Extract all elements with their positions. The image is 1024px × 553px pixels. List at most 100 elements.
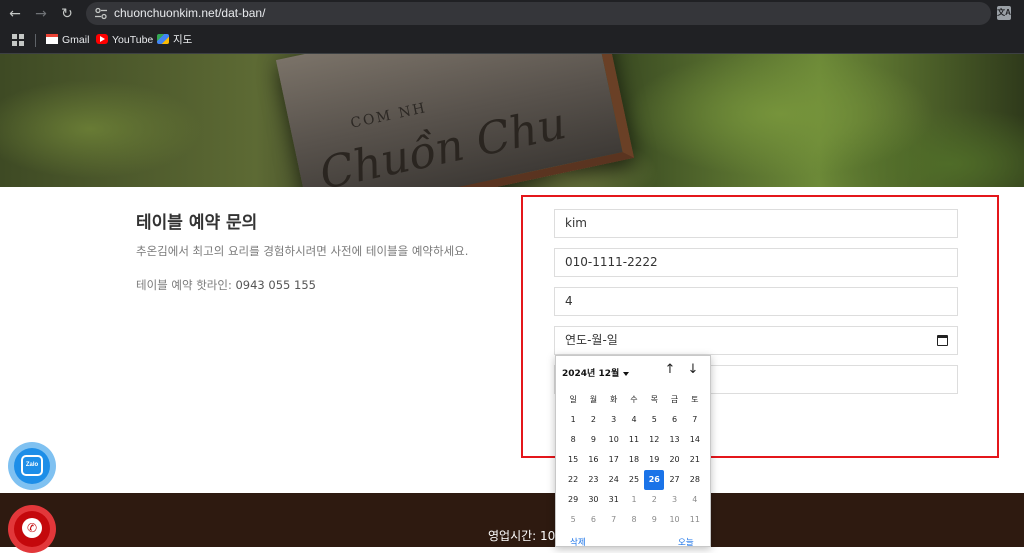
calendar-day-cell[interactable]: 7 bbox=[604, 510, 624, 530]
calendar-week-row: 5 6 7 8 9 10 11 bbox=[563, 510, 705, 530]
calendar-day-cell[interactable]: 4 bbox=[685, 490, 705, 510]
calendar-day-cell[interactable]: 1 bbox=[624, 490, 644, 510]
page-title: 테이블 예약 문의 bbox=[136, 213, 258, 233]
calendar-day-cell[interactable]: 9 bbox=[583, 430, 603, 450]
calendar-day-cell[interactable]: 19 bbox=[644, 450, 664, 470]
calendar-day-cell[interactable]: 22 bbox=[563, 470, 583, 490]
apps-grid-icon[interactable] bbox=[12, 34, 24, 46]
forward-arrow-icon[interactable]: → bbox=[31, 4, 51, 24]
phone-field[interactable]: 010-1111-2222 bbox=[554, 248, 958, 277]
phone-icon[interactable]: ✆ bbox=[22, 518, 42, 538]
hotline-number[interactable]: 0943 055 155 bbox=[235, 278, 315, 292]
bookmark-label: Gmail bbox=[62, 34, 90, 46]
calendar-day-cell[interactable]: 11 bbox=[685, 510, 705, 530]
url-text: chuonchuonkim.net/dat-ban/ bbox=[114, 6, 266, 20]
calendar-day-cell[interactable]: 21 bbox=[685, 450, 705, 470]
calendar-day-cell[interactable]: 3 bbox=[604, 410, 624, 430]
restaurant-sign-image: COM NH Chuồn Chu bbox=[275, 54, 635, 187]
calendar-day-cell[interactable]: 10 bbox=[664, 510, 684, 530]
calendar-day-cell[interactable]: 30 bbox=[583, 490, 603, 510]
weekday-label: 일 bbox=[569, 395, 577, 404]
date-placeholder: 연도-월-일 bbox=[565, 333, 618, 347]
bookmark-youtube[interactable]: YouTube bbox=[96, 33, 153, 48]
calendar-day-cell[interactable]: 9 bbox=[644, 510, 664, 530]
selected-day-cell[interactable]: 26 bbox=[644, 470, 665, 490]
weekday-label: 목 bbox=[650, 395, 658, 404]
calendar-day-cell[interactable]: 17 bbox=[604, 450, 624, 470]
guests-field[interactable]: 4 bbox=[554, 287, 958, 316]
calendar-day-cell[interactable]: 6 bbox=[664, 410, 684, 430]
intro-description: 추온김에서 최고의 요리를 경험하시려면 사전에 테이블을 예약하세요. bbox=[136, 244, 469, 258]
reload-icon[interactable]: ↻ bbox=[57, 4, 77, 24]
youtube-icon bbox=[96, 34, 108, 45]
calendar-week-row: 29 30 31 1 2 3 4 bbox=[563, 490, 705, 510]
translate-icon[interactable]: 文A bbox=[997, 6, 1011, 20]
calendar-day-cell[interactable]: 8 bbox=[563, 430, 583, 450]
calendar-day-cell[interactable]: 3 bbox=[664, 490, 684, 510]
calendar-day-cell[interactable]: 13 bbox=[664, 430, 684, 450]
zalo-icon[interactable]: Zalo bbox=[21, 455, 43, 476]
calendar-day-cell[interactable]: 2 bbox=[644, 490, 664, 510]
date-field[interactable]: 연도-월-일 bbox=[554, 326, 958, 355]
calendar-day-cell[interactable]: 24 bbox=[604, 470, 624, 490]
name-field[interactable]: kim bbox=[554, 209, 958, 238]
calendar-day-cell[interactable]: 14 bbox=[685, 430, 705, 450]
bookmark-label: 지도 bbox=[173, 34, 193, 46]
hero-banner: COM NH Chuồn Chu bbox=[0, 54, 1024, 187]
calendar-day-cell[interactable]: 28 bbox=[685, 470, 705, 490]
calendar-day-cell[interactable]: 20 bbox=[664, 450, 684, 470]
hotline-label: 테이블 예약 핫라인: bbox=[136, 278, 236, 292]
month-label: 2024년 12월 bbox=[562, 369, 620, 379]
calendar-icon[interactable] bbox=[937, 335, 948, 346]
calendar-day-cell[interactable]: 8 bbox=[624, 510, 644, 530]
sign-logo-text: Chuồn Chu bbox=[315, 97, 571, 187]
weekday-label: 금 bbox=[670, 395, 679, 404]
calendar-day-cell[interactable]: 7 bbox=[685, 410, 705, 430]
weekday-label: 월 bbox=[589, 395, 598, 404]
calendar-day-cell[interactable]: 2 bbox=[583, 410, 603, 430]
maps-icon bbox=[157, 34, 169, 45]
calendar-day-cell[interactable]: 18 bbox=[624, 450, 644, 470]
next-month-icon[interactable]: ↓ bbox=[685, 362, 701, 378]
calendar-grid: 일 월 화 수 목 금 토 1 2 3 4 5 6 7 8 9 10 11 12 13 14 15 16 17 18 19 20 21… bbox=[563, 390, 705, 530]
opening-hours-text: 영업시간: 10: bbox=[488, 529, 560, 543]
calendar-day-cell[interactable]: 5 bbox=[563, 510, 583, 530]
calendar-day-cell[interactable]: 29 bbox=[563, 490, 583, 510]
calendar-day-cell[interactable]: 31 bbox=[604, 490, 624, 510]
calendar-day-cell[interactable]: 10 bbox=[604, 430, 624, 450]
calendar-day-cell[interactable]: 12 bbox=[644, 430, 664, 450]
calendar-day-cell[interactable]: 16 bbox=[583, 450, 603, 470]
gmail-icon bbox=[46, 34, 58, 45]
previous-month-icon[interactable]: ↑ bbox=[662, 362, 678, 378]
weekday-header-row: 일월화수목금토 bbox=[563, 390, 705, 410]
date-picker-popup: 2024년 12월 ↑ ↓ 일 월 화 수 목 금 토 1 2 3 4 5 6 7 8 9 10 11 12 13 14… bbox=[555, 355, 711, 547]
calendar-day-cell[interactable]: 25 bbox=[624, 470, 644, 490]
calendar-day-cell[interactable]: 5 bbox=[644, 410, 664, 430]
calendar-day-cell[interactable]: 23 bbox=[583, 470, 603, 490]
weekday-label: 수 bbox=[630, 395, 638, 404]
footer: 영업시간: 10: bbox=[0, 493, 1024, 547]
today-button[interactable]: 오늘 bbox=[678, 536, 694, 546]
calendar-week-row: 1234567 bbox=[563, 410, 705, 430]
bookmark-label: YouTube bbox=[112, 34, 154, 46]
calendar-day-cell[interactable]: 6 bbox=[583, 510, 603, 530]
month-selector[interactable]: 2024년 12월 bbox=[562, 366, 630, 379]
calendar-day-cell[interactable]: 27 bbox=[664, 470, 684, 490]
calendar-day-cell[interactable]: 11 bbox=[624, 430, 644, 450]
back-arrow-icon[interactable]: ← bbox=[5, 4, 25, 24]
site-info-icon[interactable] bbox=[94, 7, 108, 20]
bookmark-maps[interactable]: 지도 bbox=[157, 33, 192, 48]
sign-small-text: COM NH bbox=[349, 100, 429, 132]
calendar-week-row: 8 9 10 11 12 13 14 bbox=[563, 430, 705, 450]
calendar-week-row: 15 16 17 18 19 20 21 bbox=[563, 450, 705, 470]
bookmarks-bar: Gmail YouTube 지도 bbox=[0, 27, 1024, 54]
calendar-day-cell[interactable]: 4 bbox=[624, 410, 644, 430]
calendar-day-cell[interactable]: 15 bbox=[563, 450, 583, 470]
bookmark-gmail[interactable]: Gmail bbox=[46, 33, 89, 48]
address-bar[interactable]: chuonchuonkim.net/dat-ban/ bbox=[86, 2, 991, 25]
calendar-day-cell[interactable]: 1 bbox=[563, 410, 583, 430]
weekday-label: 화 bbox=[610, 395, 618, 404]
caret-down-icon bbox=[623, 371, 630, 376]
bookmarks-divider bbox=[35, 34, 36, 47]
clear-button[interactable]: 삭제 bbox=[570, 536, 586, 546]
